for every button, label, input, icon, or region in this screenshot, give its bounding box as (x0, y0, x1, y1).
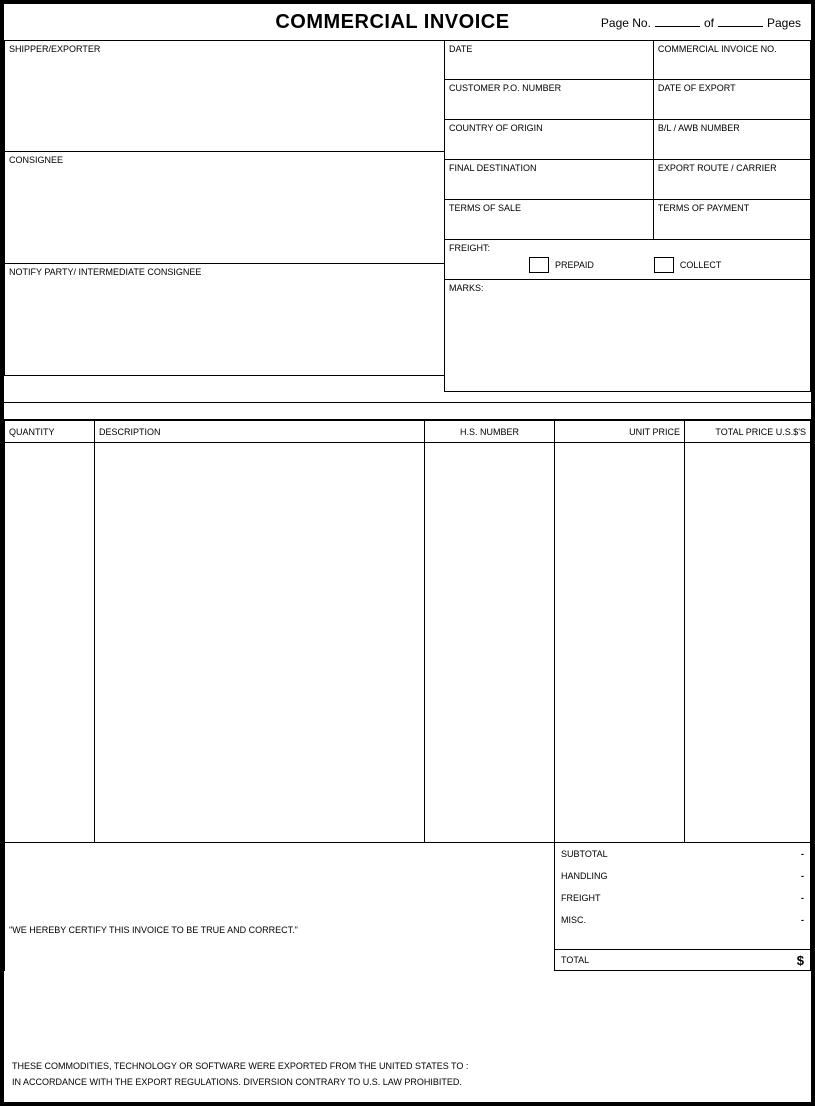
col-unit-price: UNIT PRICE (555, 421, 685, 443)
freight-total-label: FREIGHT (561, 893, 601, 903)
marks-field[interactable]: MARKS: (444, 280, 811, 392)
col-quantity: QUANTITY (5, 421, 95, 443)
subtotal-row: SUBTOTAL - (555, 843, 810, 865)
terms-sale-label: TERMS OF SALE (449, 203, 649, 213)
freight-total-row: FREIGHT - (555, 887, 810, 909)
document-title: COMMERCIAL INVOICE (4, 11, 601, 34)
handling-label: HANDLING (561, 871, 608, 881)
shipper-label: SHIPPER/EXPORTER (9, 44, 440, 54)
pages-label: Pages (767, 16, 801, 30)
misc-label: MISC. (561, 915, 586, 925)
col-description: DESCRIPTION (95, 421, 425, 443)
certification-area: "WE HEREBY CERTIFY THIS INVOICE TO BE TR… (4, 843, 554, 971)
final-destination-field[interactable]: FINAL DESTINATION (444, 160, 654, 200)
right-column: DATE COMMERCIAL INVOICE NO. CUSTOMER P.O… (444, 40, 811, 392)
col-total-price: TOTAL PRICE U.S.$'S (685, 421, 811, 443)
consignee-label: CONSIGNEE (9, 155, 440, 165)
export-route-field[interactable]: EXPORT ROUTE / CARRIER (654, 160, 811, 200)
terms-payment-label: TERMS OF PAYMENT (658, 203, 806, 213)
footer-line-1: THESE COMMODITIES, TECHNOLOGY OR SOFTWAR… (12, 1058, 468, 1074)
line-items-table: QUANTITY DESCRIPTION H.S. NUMBER UNIT PR… (4, 420, 811, 843)
total-label: TOTAL (561, 955, 589, 965)
bl-awb-field[interactable]: B/L / AWB NUMBER (654, 120, 811, 160)
subtotal-value: - (801, 849, 804, 859)
country-origin-field[interactable]: COUNTRY OF ORIGIN (444, 120, 654, 160)
cell-unit-price[interactable] (555, 443, 685, 843)
country-origin-label: COUNTRY OF ORIGIN (449, 123, 649, 133)
top-grid: SHIPPER/EXPORTER CONSIGNEE NOTIFY PARTY/… (4, 40, 811, 392)
invoice-no-label: COMMERCIAL INVOICE NO. (658, 44, 806, 54)
customer-po-label: CUSTOMER P.O. NUMBER (449, 83, 649, 93)
final-dest-label: FINAL DESTINATION (449, 163, 649, 173)
cell-hs-number[interactable] (425, 443, 555, 843)
collect-checkbox[interactable] (654, 257, 674, 273)
notify-label: NOTIFY PARTY/ INTERMEDIATE CONSIGNEE (9, 267, 440, 277)
table-header-row: QUANTITY DESCRIPTION H.S. NUMBER UNIT PR… (5, 421, 811, 443)
misc-row: MISC. - (555, 909, 810, 931)
total-pages-input[interactable] (718, 15, 763, 27)
freight-label: FREIGHT: (449, 243, 806, 253)
page-number-area: Page No. of Pages (601, 15, 811, 30)
handling-row: HANDLING - (555, 865, 810, 887)
collect-label: COLLECT (680, 260, 722, 270)
misc-value: - (801, 915, 804, 925)
marks-label: MARKS: (449, 283, 806, 293)
total-row: TOTAL $ (555, 949, 810, 971)
bl-awb-label: B/L / AWB NUMBER (658, 123, 806, 133)
page-no-input[interactable] (655, 15, 700, 27)
invoice-no-field[interactable]: COMMERCIAL INVOICE NO. (654, 40, 811, 80)
date-field[interactable]: DATE (444, 40, 654, 80)
total-value: $ (797, 953, 804, 968)
page-no-label: Page No. (601, 16, 651, 30)
shipper-exporter-field[interactable]: SHIPPER/EXPORTER (4, 40, 444, 152)
consignee-field[interactable]: CONSIGNEE (4, 152, 444, 264)
of-label: of (704, 16, 714, 30)
cell-description[interactable] (95, 443, 425, 843)
date-export-field[interactable]: DATE OF EXPORT (654, 80, 811, 120)
header-row: COMMERCIAL INVOICE Page No. of Pages (4, 4, 811, 40)
cell-total-price[interactable] (685, 443, 811, 843)
left-column: SHIPPER/EXPORTER CONSIGNEE NOTIFY PARTY/… (4, 40, 444, 392)
prepaid-checkbox[interactable] (529, 257, 549, 273)
export-route-label: EXPORT ROUTE / CARRIER (658, 163, 806, 173)
col-hs-number: H.S. NUMBER (425, 421, 555, 443)
totals-area: "WE HEREBY CERTIFY THIS INVOICE TO BE TR… (4, 843, 811, 971)
separator-band (4, 402, 811, 420)
freight-total-value: - (801, 893, 804, 903)
subtotal-label: SUBTOTAL (561, 849, 608, 859)
prepaid-label: PREPAID (555, 260, 594, 270)
date-label: DATE (449, 44, 649, 54)
date-export-label: DATE OF EXPORT (658, 83, 806, 93)
footer-line-2: IN ACCORDANCE WITH THE EXPORT REGULATION… (12, 1074, 468, 1090)
freight-field: FREIGHT: PREPAID COLLECT (444, 240, 811, 280)
invoice-page: COMMERCIAL INVOICE Page No. of Pages SHI… (0, 0, 815, 1106)
totals-column: SUBTOTAL - HANDLING - FREIGHT - MISC. - (554, 843, 811, 971)
terms-payment-field[interactable]: TERMS OF PAYMENT (654, 200, 811, 240)
handling-value: - (801, 871, 804, 881)
customer-po-field[interactable]: CUSTOMER P.O. NUMBER (444, 80, 654, 120)
table-row (5, 443, 811, 843)
notify-party-field[interactable]: NOTIFY PARTY/ INTERMEDIATE CONSIGNEE (4, 264, 444, 376)
cell-quantity[interactable] (5, 443, 95, 843)
footer-disclaimer: THESE COMMODITIES, TECHNOLOGY OR SOFTWAR… (12, 1058, 468, 1090)
terms-sale-field[interactable]: TERMS OF SALE (444, 200, 654, 240)
certification-text: "WE HEREBY CERTIFY THIS INVOICE TO BE TR… (9, 925, 298, 935)
